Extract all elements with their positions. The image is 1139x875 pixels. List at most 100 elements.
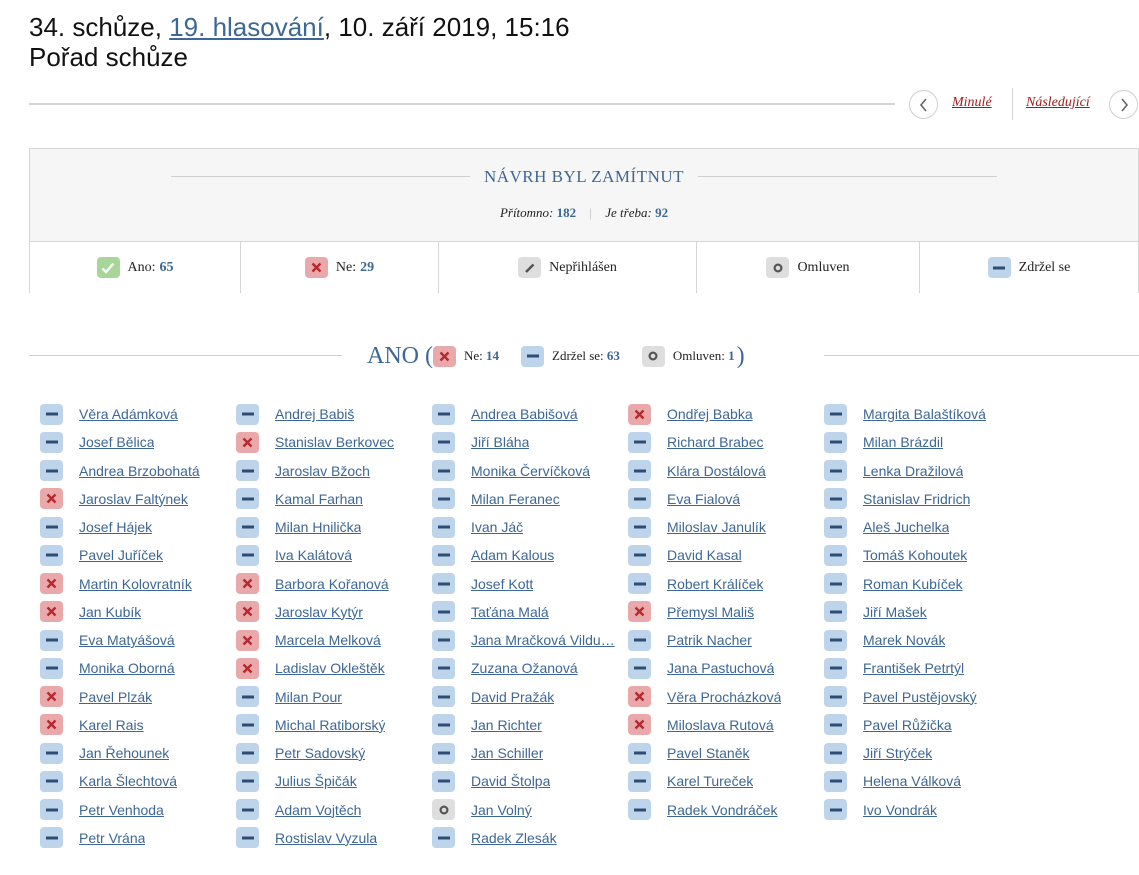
member-name-link[interactable]: Jaroslav Kytýr — [275, 604, 363, 620]
member-name-link[interactable]: Miloslav Janulík — [667, 519, 766, 535]
member-name-link[interactable]: Kamal Farhan — [275, 491, 363, 507]
member-name-link[interactable]: Jan Richter — [471, 717, 542, 733]
member-name-link[interactable]: Ivan Jáč — [471, 519, 523, 535]
member-name-link[interactable]: Jan Řehounek — [79, 745, 169, 761]
list-item: Josef Kott — [432, 572, 622, 596]
member-name-link[interactable]: Pavel Růžička — [863, 717, 952, 733]
member-name-link[interactable]: David Pražák — [471, 689, 554, 705]
member-name-link[interactable]: Jan Volný — [471, 802, 532, 818]
member-name-link[interactable]: Jaroslav Bžoch — [275, 463, 370, 479]
member-name-link[interactable]: Lenka Dražilová — [863, 463, 963, 479]
member-name-link[interactable]: Taťána Malá — [471, 604, 549, 620]
member-name-link[interactable]: David Štolpa — [471, 773, 550, 789]
member-name-link[interactable]: Iva Kalátová — [275, 547, 352, 563]
member-name-link[interactable]: Jiří Mašek — [863, 604, 927, 620]
member-name-link[interactable]: Ivo Vondrák — [863, 802, 937, 818]
member-name-link[interactable]: Jan Kubík — [79, 604, 141, 620]
member-name-link[interactable]: František Petrtýl — [863, 660, 964, 676]
member-name-link[interactable]: Marcela Melková — [275, 632, 381, 648]
vote-legend: Ano: 65 Ne: 29 Nepřihlášen Omluven Zdržel … — [30, 241, 1138, 293]
member-name-link[interactable]: Petr Venhoda — [79, 802, 164, 818]
member-name-link[interactable]: Andrea Babišová — [471, 406, 578, 422]
member-name-link[interactable]: Monika Oborná — [79, 660, 175, 676]
member-name-link[interactable]: Andrej Babiš — [275, 406, 354, 422]
member-name-link[interactable]: Pavel Juříček — [79, 547, 163, 563]
member-name-link[interactable]: Miloslava Rutová — [667, 717, 774, 733]
member-name-link[interactable]: Eva Matyášová — [79, 632, 175, 648]
member-name-link[interactable]: Josef Bělica — [79, 434, 154, 450]
member-name-link[interactable]: Ladislav Okleštěk — [275, 660, 385, 676]
member-name-link[interactable]: Karel Rais — [79, 717, 144, 733]
member-name-link[interactable]: Jana Mračková Vildu… — [471, 632, 615, 648]
member-name-link[interactable]: Věra Procházková — [667, 689, 781, 705]
minus-icon — [628, 544, 651, 566]
chevron-right-icon[interactable] — [1109, 90, 1138, 119]
member-name-link[interactable]: Jana Pastuchová — [667, 660, 774, 676]
list-item: Iva Kalátová — [236, 543, 426, 567]
member-name-link[interactable]: Ondřej Babka — [667, 406, 753, 422]
member-name-link[interactable]: Monika Červíčková — [471, 463, 590, 479]
minus-icon — [432, 403, 455, 425]
member-name-link[interactable]: Richard Brabec — [667, 434, 764, 450]
list-item: Eva Fialová — [628, 487, 818, 511]
member-name-link[interactable]: Andrea Brzobohatá — [79, 463, 200, 479]
member-name-link[interactable]: Adam Vojtěch — [275, 802, 361, 818]
list-item: Josef Hájek — [40, 515, 230, 539]
member-name-link[interactable]: Patrik Nacher — [667, 632, 752, 648]
member-name-link[interactable]: Radek Vondráček — [667, 802, 778, 818]
page-subtitle: Pořad schůze — [29, 42, 188, 72]
list-item: Pavel Plzák — [40, 685, 230, 709]
member-name-link[interactable]: Petr Sadovský — [275, 745, 365, 761]
cross-icon — [40, 488, 63, 510]
session-label: 34. schůze, — [29, 12, 170, 42]
member-name-link[interactable]: Milan Brázdil — [863, 434, 943, 450]
member-name-link[interactable]: Michal Ratiborský — [275, 717, 385, 733]
next-vote-link[interactable]: Následující — [1026, 95, 1090, 111]
member-name-link[interactable]: Robert Králíček — [667, 576, 763, 592]
member-name-link[interactable]: Pavel Pustějovský — [863, 689, 977, 705]
legend-abstain-label: Zdržel se — [1018, 259, 1071, 275]
member-name-link[interactable]: Martin Kolovratník — [79, 576, 192, 592]
list-item: Andrea Brzobohatá — [40, 459, 230, 483]
member-name-link[interactable]: Rostislav Vyzula — [275, 830, 377, 846]
member-name-link[interactable]: Milan Hnilička — [275, 519, 361, 535]
minus-icon — [432, 657, 455, 679]
member-name-link[interactable]: Pavel Staněk — [667, 745, 750, 761]
member-name-link[interactable]: Helena Válková — [863, 773, 961, 789]
member-name-link[interactable]: Karel Tureček — [667, 773, 753, 789]
member-name-link[interactable]: Věra Adámková — [79, 406, 178, 422]
member-name-link[interactable]: Aleš Juchelka — [863, 519, 949, 535]
member-name-link[interactable]: Pavel Plzák — [79, 689, 152, 705]
member-name-link[interactable]: Jan Schiller — [471, 745, 543, 761]
member-name-link[interactable]: Stanislav Berkovec — [275, 434, 394, 450]
cross-icon — [628, 403, 651, 425]
member-name-link[interactable]: Roman Kubíček — [863, 576, 963, 592]
member-name-link[interactable]: Margita Balaštíková — [863, 406, 986, 422]
member-name-link[interactable]: Stanislav Fridrich — [863, 491, 970, 507]
member-name-link[interactable]: David Kasal — [667, 547, 742, 563]
member-name-link[interactable]: Jiří Bláha — [471, 434, 529, 450]
member-name-link[interactable]: Přemysl Mališ — [667, 604, 754, 620]
list-item: Petr Venhoda — [40, 798, 230, 822]
member-name-link[interactable]: Tomáš Kohoutek — [863, 547, 967, 563]
member-name-link[interactable]: Jiří Strýček — [863, 745, 932, 761]
member-name-link[interactable]: Barbora Kořanová — [275, 576, 389, 592]
member-name-link[interactable]: Zuzana Ožanová — [471, 660, 578, 676]
member-name-link[interactable]: Marek Novák — [863, 632, 945, 648]
member-name-link[interactable]: Jaroslav Faltýnek — [79, 491, 188, 507]
previous-vote-link[interactable]: Minulé — [952, 95, 992, 111]
member-name-link[interactable]: Josef Kott — [471, 576, 533, 592]
member-name-link[interactable]: Eva Fialová — [667, 491, 740, 507]
member-name-link[interactable]: Milan Feranec — [471, 491, 560, 507]
member-name-link[interactable]: Karla Šlechtová — [79, 773, 177, 789]
member-name-link[interactable]: Adam Kalous — [471, 547, 554, 563]
vote-link[interactable]: 19. hlasování — [169, 12, 324, 42]
chevron-left-icon[interactable] — [909, 90, 938, 119]
member-name-link[interactable]: Klára Dostálová — [667, 463, 766, 479]
member-name-link[interactable]: Josef Hájek — [79, 519, 152, 535]
list-item: Michal Ratiborský — [236, 713, 426, 737]
member-name-link[interactable]: Milan Pour — [275, 689, 342, 705]
member-name-link[interactable]: Julius Špičák — [275, 773, 357, 789]
member-name-link[interactable]: Petr Vrána — [79, 830, 145, 846]
member-name-link[interactable]: Radek Zlesák — [471, 830, 557, 846]
